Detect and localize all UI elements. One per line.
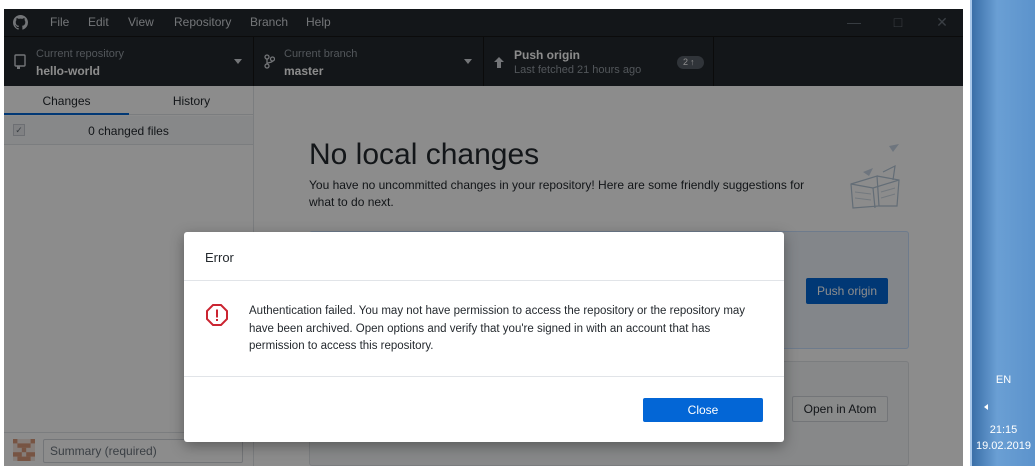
error-dialog: Error Authentication failed. You may not…	[184, 232, 784, 442]
error-message: Authentication failed. You may not have …	[249, 305, 746, 352]
show-hidden-icons-arrow-icon[interactable]	[984, 404, 988, 410]
clock-time[interactable]: 21:15	[972, 424, 1035, 436]
close-button[interactable]: Close	[643, 398, 763, 422]
clock-date[interactable]: 19.02.2019	[972, 440, 1035, 452]
dialog-header: Error	[184, 232, 784, 281]
language-indicator[interactable]: EN	[972, 374, 1035, 386]
dialog-title: Error	[205, 250, 234, 265]
taskbar: EN 21:15 19.02.2019	[970, 0, 1035, 466]
dialog-footer: Close	[184, 376, 784, 442]
github-desktop-window: File Edit View Repository Branch Help — …	[4, 9, 963, 466]
error-stop-icon	[206, 304, 228, 326]
